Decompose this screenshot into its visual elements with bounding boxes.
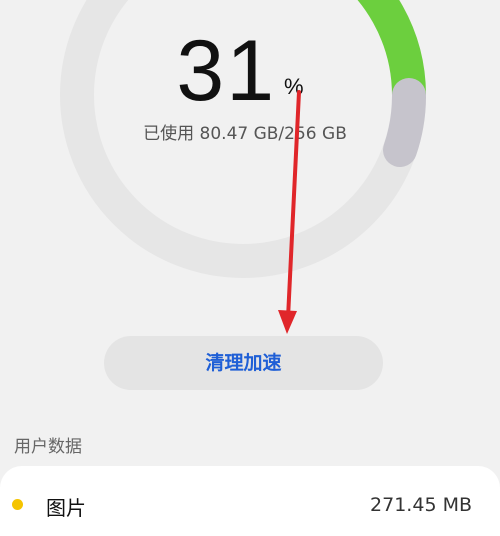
list-item-label: 图片 <box>46 496 86 520</box>
list-item-images[interactable]: 图片 271.45 MB <box>0 466 500 536</box>
section-label-user-data: 用户数据 <box>14 437 82 457</box>
storage-usage-text: 已使用 80.47 GB/256 GB <box>143 124 347 144</box>
list-item-size: 271.45 MB <box>370 494 472 516</box>
user-data-card: 图片 271.45 MB <box>0 466 500 536</box>
category-color-dot <box>12 499 23 510</box>
storage-percent-unit: % <box>284 74 304 99</box>
storage-percent: 31% <box>0 22 480 121</box>
storage-percent-value: 31 <box>176 23 277 119</box>
clean-accelerate-button[interactable]: 清理加速 <box>104 336 383 390</box>
